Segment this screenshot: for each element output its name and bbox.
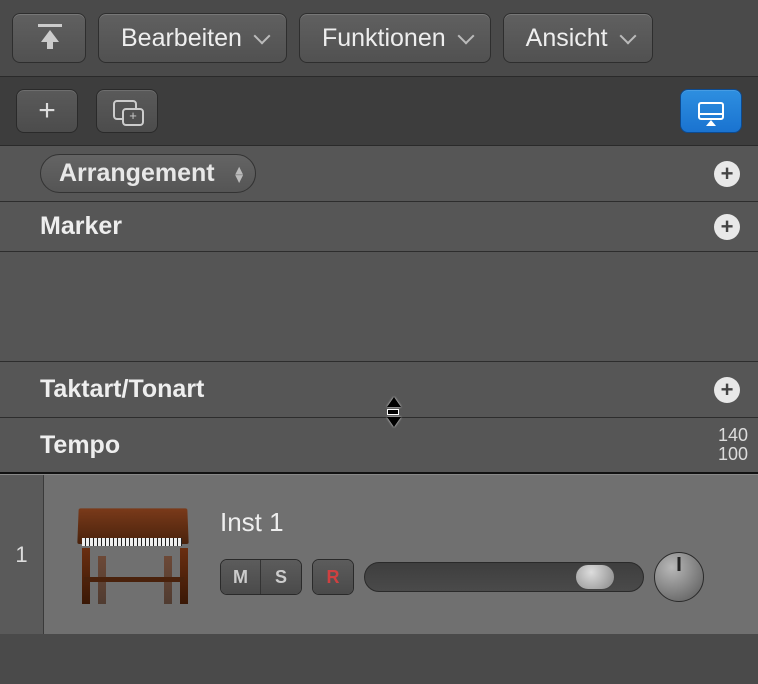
add-signature-button[interactable]: + <box>714 377 740 403</box>
pan-knob[interactable] <box>654 552 704 602</box>
catch-playhead-button[interactable] <box>680 89 742 133</box>
catch-playhead-icon <box>698 102 724 120</box>
marker-label: Marker <box>40 212 122 241</box>
view-menu-label: Ansicht <box>526 24 608 53</box>
add-track-button[interactable]: + <box>16 89 78 133</box>
functions-menu[interactable]: Funktionen <box>299 13 491 63</box>
arrangement-selector[interactable]: Arrangement ▴▾ <box>40 154 256 193</box>
duplicate-icon <box>113 100 141 122</box>
add-marker-button[interactable]: + <box>714 214 740 240</box>
level-up-icon <box>35 24 63 52</box>
updown-chevron-icon: ▴▾ <box>236 165 243 182</box>
tempo-low-value: 100 <box>718 445 748 464</box>
record-enable-button[interactable]: R <box>313 560 353 594</box>
track-name[interactable]: Inst 1 <box>220 507 740 538</box>
tracks-toolbar: + <box>0 76 758 146</box>
mute-solo-group: M S <box>220 559 302 595</box>
volume-slider[interactable] <box>364 562 644 592</box>
signature-label: Taktart/Tonart <box>40 375 204 404</box>
track-header-body: Inst 1 M S R <box>44 475 758 634</box>
view-menu[interactable]: Ansicht <box>503 13 653 63</box>
instrument-icon[interactable] <box>62 500 202 610</box>
marker-track-lane[interactable] <box>0 252 758 362</box>
arrangement-label: Arrangement <box>59 159 215 187</box>
level-up-button[interactable] <box>12 13 86 63</box>
tempo-label: Tempo <box>40 431 120 460</box>
mute-button[interactable]: M <box>221 560 261 594</box>
main-toolbar: Bearbeiten Funktionen Ansicht <box>0 0 758 76</box>
record-group: R <box>312 559 354 595</box>
chevron-down-icon <box>619 28 636 45</box>
chevron-down-icon <box>253 28 270 45</box>
plus-icon: + <box>38 96 56 126</box>
arrangement-track-header: Arrangement ▴▾ + <box>0 146 758 202</box>
solo-button[interactable]: S <box>261 560 301 594</box>
tempo-track-header: Tempo 140 100 <box>0 418 758 474</box>
marker-track-header: Marker + <box>0 202 758 252</box>
chevron-down-icon <box>457 28 474 45</box>
signature-track-header: Taktart/Tonart + <box>0 362 758 418</box>
add-arrangement-button[interactable]: + <box>714 161 740 187</box>
edit-menu[interactable]: Bearbeiten <box>98 13 287 63</box>
duplicate-track-button[interactable] <box>96 89 158 133</box>
edit-menu-label: Bearbeiten <box>121 24 242 53</box>
track-number[interactable]: 1 <box>0 475 44 634</box>
volume-thumb[interactable] <box>575 564 615 590</box>
tempo-range: 140 100 <box>718 426 748 464</box>
functions-menu-label: Funktionen <box>322 24 446 53</box>
tempo-high-value: 140 <box>718 426 748 445</box>
instrument-track[interactable]: 1 Inst 1 M S R <box>0 474 758 634</box>
